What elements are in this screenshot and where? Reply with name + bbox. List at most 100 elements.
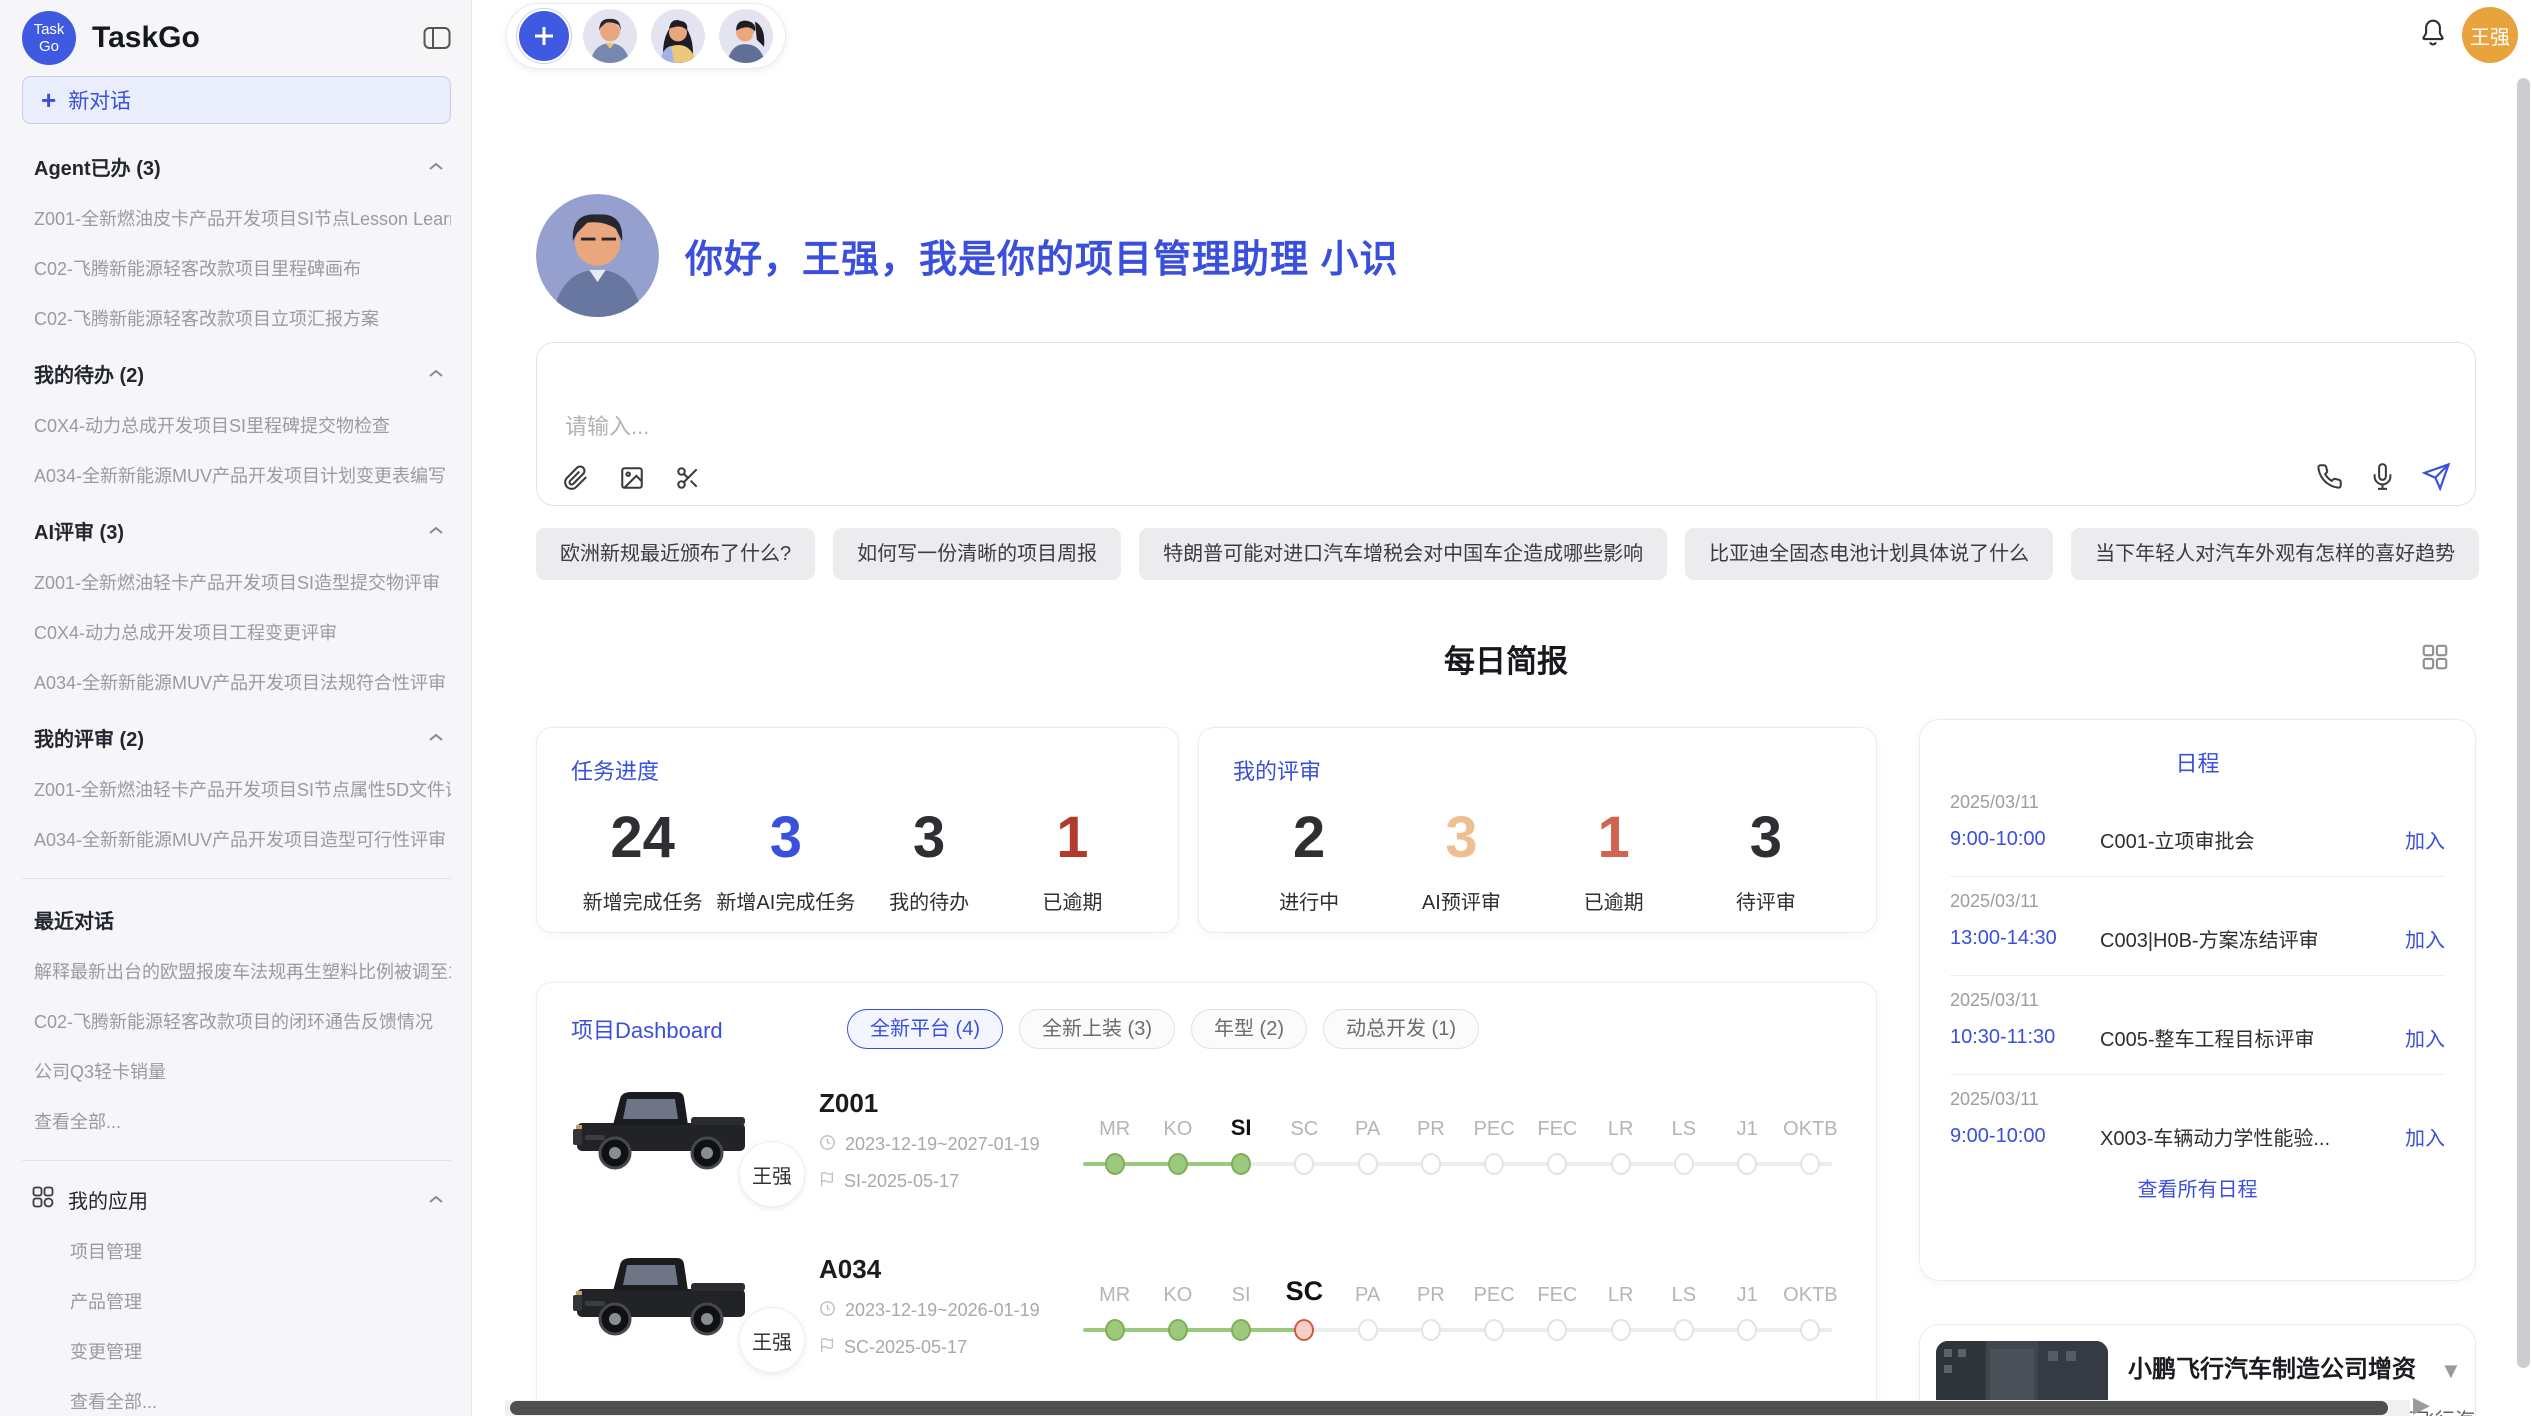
milestone-label: FEC bbox=[1526, 1271, 1589, 1307]
conversation-item[interactable]: C0X4-动力总成开发项目SI里程碑提交物检查 bbox=[22, 412, 451, 438]
milestone-label: LS bbox=[1652, 1105, 1715, 1141]
schedule-card: 日程 2025/03/119:00-10:00C001-立项审批会加入2025/… bbox=[1919, 719, 2476, 1281]
view-all-schedule-link[interactable]: 查看所有日程 bbox=[1950, 1173, 2445, 1202]
schedule-event: 2025/03/1113:00-14:30C003|H0B-方案冻结评审加入 bbox=[1950, 891, 2445, 976]
recent-chat-item[interactable]: 解释最新出台的欧盟报废车法规再生塑料比例被调至15%... bbox=[22, 958, 451, 984]
image-icon[interactable] bbox=[619, 465, 645, 491]
section-header[interactable]: AI评审 (3) bbox=[22, 516, 451, 545]
sidebar-item-my-apps[interactable]: 我的应用 bbox=[22, 1185, 451, 1214]
milestone-label: MR bbox=[1083, 1271, 1146, 1307]
project-row[interactable]: 王强Z0012023-12-19~2027-01-19SI-2025-05-17… bbox=[571, 1065, 1842, 1215]
event-date: 2025/03/11 bbox=[1950, 990, 2445, 1011]
milestone-node-pending bbox=[1484, 1153, 1504, 1175]
stat-value: 3 bbox=[714, 806, 857, 870]
project-vehicle-image: 王强 bbox=[571, 1243, 809, 1369]
milestone-node-done bbox=[1105, 1319, 1125, 1341]
filter-pill[interactable]: 全新平台 (4) bbox=[847, 1009, 1003, 1049]
assistant-avatar-2[interactable] bbox=[651, 9, 705, 63]
schedule-event: 2025/03/119:00-10:00C001-立项审批会加入 bbox=[1950, 792, 2445, 877]
my-reviews-card: 我的评审 2进行中3AI预评审1已逾期3待评审 bbox=[1198, 727, 1877, 933]
conversation-item[interactable]: C0X4-动力总成开发项目工程变更评审 bbox=[22, 619, 451, 645]
bell-icon[interactable] bbox=[2418, 17, 2448, 54]
stat: 3AI预评审 bbox=[1385, 806, 1537, 915]
recent-chat-item[interactable]: 查看全部... bbox=[22, 1108, 451, 1134]
chat-composer bbox=[536, 342, 2476, 506]
stat: 3待评审 bbox=[1690, 806, 1842, 915]
suggestion-chips: 欧洲新规最近颁布了什么? 如何写一份清晰的项目周报特朗普可能对进口汽车增税会对中国… bbox=[536, 528, 2480, 580]
milestone: FEC bbox=[1526, 1105, 1589, 1175]
chat-input[interactable] bbox=[537, 343, 2475, 451]
suggestion-chip[interactable]: 欧洲新规最近颁布了什么? bbox=[536, 528, 815, 580]
conversation-item[interactable]: Z001-全新燃油轻卡产品开发项目SI造型提交物评审 bbox=[22, 569, 451, 595]
join-link[interactable]: 加入 bbox=[2405, 1122, 2445, 1151]
phone-icon[interactable] bbox=[2316, 463, 2343, 490]
project-row[interactable]: 王强A0342023-12-19~2026-01-19SC-2025-05-17… bbox=[571, 1231, 1842, 1381]
milestone-label: OKTB bbox=[1779, 1105, 1842, 1141]
logo-icon: Task Go bbox=[22, 11, 76, 65]
suggestion-chip[interactable]: 如何写一份清晰的项目周报 bbox=[833, 528, 1121, 580]
greeting: 你好，王强，我是你的项目管理助理 小识 bbox=[536, 194, 1399, 317]
filter-pill[interactable]: 全新上装 (3) bbox=[1019, 1009, 1175, 1049]
user-avatar[interactable]: 王强 bbox=[2462, 7, 2518, 63]
app-item[interactable]: 变更管理 bbox=[22, 1338, 451, 1364]
suggestion-chip[interactable]: 特朗普可能对进口汽车增税会对中国车企造成哪些影响 bbox=[1139, 528, 1667, 580]
new-chat-button[interactable]: + 新对话 bbox=[22, 76, 451, 124]
milestone-label: PEC bbox=[1463, 1271, 1526, 1307]
attachment-icon[interactable] bbox=[563, 465, 589, 491]
suggestion-chip[interactable]: 当下年轻人对汽车外观有怎样的喜好趋势 bbox=[2071, 528, 2479, 580]
milestone-node-pending bbox=[1358, 1319, 1378, 1341]
milestone-node-pending bbox=[1737, 1153, 1757, 1175]
event-time: 9:00-10:00 bbox=[1950, 828, 2100, 851]
suggestion-chip[interactable]: 比亚迪全固态电池计划具体说了什么 bbox=[1685, 528, 2053, 580]
stat-value: 2 bbox=[1233, 806, 1385, 870]
milestone-node-done bbox=[1168, 1319, 1188, 1341]
send-icon[interactable] bbox=[2422, 462, 2451, 491]
section-header[interactable]: Agent已办 (3) bbox=[22, 152, 451, 181]
milestone-label: LR bbox=[1589, 1105, 1652, 1141]
conversation-item[interactable]: A034-全新新能源MUV产品开发项目造型可行性评审 bbox=[22, 826, 451, 852]
app-item[interactable]: 查看全部... bbox=[22, 1388, 451, 1414]
add-assistant-button[interactable] bbox=[519, 11, 569, 61]
join-link[interactable]: 加入 bbox=[2405, 924, 2445, 953]
news-title: 小鹏飞行汽车制造公司增资 bbox=[2128, 1349, 2475, 1384]
recent-chat-item[interactable]: C02-飞腾新能源轻客改款项目的闭环通告反馈情况 bbox=[22, 1008, 451, 1034]
layout-grid-icon[interactable] bbox=[2420, 642, 2450, 677]
recent-chat-item[interactable]: 公司Q3轻卡销量 bbox=[22, 1058, 451, 1084]
scissors-icon[interactable] bbox=[675, 465, 701, 491]
milestone-label: SC bbox=[1273, 1271, 1336, 1307]
panel-toggle-icon[interactable] bbox=[423, 26, 451, 50]
app-item[interactable]: 产品管理 bbox=[22, 1288, 451, 1314]
conversation-item[interactable]: Z001-全新燃油皮卡产品开发项目SI节点Lesson Learn报告 bbox=[22, 205, 451, 231]
join-link[interactable]: 加入 bbox=[2405, 825, 2445, 854]
horizontal-scrollbar[interactable] bbox=[510, 1401, 2388, 1415]
scroll-right-icon[interactable]: ▶ bbox=[2413, 1392, 2430, 1416]
stat-label: 新增AI完成任务 bbox=[714, 886, 857, 915]
assistant-avatar-1[interactable] bbox=[583, 9, 637, 63]
milestone-label: SI bbox=[1210, 1271, 1273, 1307]
conversation-item[interactable]: A034-全新新能源MUV产品开发项目法规符合性评审 bbox=[22, 669, 451, 695]
microphone-icon[interactable] bbox=[2369, 463, 2396, 490]
timeline-columns: MRKOSISCPAPRPECFECLRLSJ1OKTB bbox=[1083, 1105, 1842, 1175]
section-header[interactable]: 我的待办 (2) bbox=[22, 359, 451, 388]
vertical-scrollbar[interactable] bbox=[2517, 78, 2530, 1368]
filter-pill[interactable]: 动总开发 (1) bbox=[1323, 1009, 1479, 1049]
milestone: PEC bbox=[1463, 1105, 1526, 1175]
conversation-item[interactable]: C02-飞腾新能源轻客改款项目里程碑画布 bbox=[22, 255, 451, 281]
stat-value: 1 bbox=[1001, 806, 1144, 870]
clock-icon bbox=[819, 1134, 836, 1156]
stat-value: 1 bbox=[1538, 806, 1690, 870]
conversation-item[interactable]: Z001-全新燃油轻卡产品开发项目SI节点属性5D文件评审 bbox=[22, 776, 451, 802]
conversation-item[interactable]: A034-全新新能源MUV产品开发项目计划变更表编写 bbox=[22, 462, 451, 488]
section-header[interactable]: 我的评审 (2) bbox=[22, 723, 451, 752]
assistant-avatar-3[interactable] bbox=[719, 9, 773, 63]
stat: 2进行中 bbox=[1233, 806, 1385, 915]
stat-label: 待评审 bbox=[1690, 886, 1842, 915]
app-item[interactable]: 项目管理 bbox=[22, 1238, 451, 1264]
milestone-label: OKTB bbox=[1779, 1271, 1842, 1307]
conversation-item[interactable]: C02-飞腾新能源轻客改款项目立项汇报方案 bbox=[22, 305, 451, 331]
filter-pill[interactable]: 年型 (2) bbox=[1191, 1009, 1307, 1049]
join-link[interactable]: 加入 bbox=[2405, 1023, 2445, 1052]
stat-value: 3 bbox=[1385, 806, 1537, 870]
scroll-down-icon[interactable]: ▼ bbox=[2440, 1358, 2462, 1384]
event-row: 9:00-10:00X003-车辆动力学性能验...加入 bbox=[1950, 1122, 2445, 1151]
